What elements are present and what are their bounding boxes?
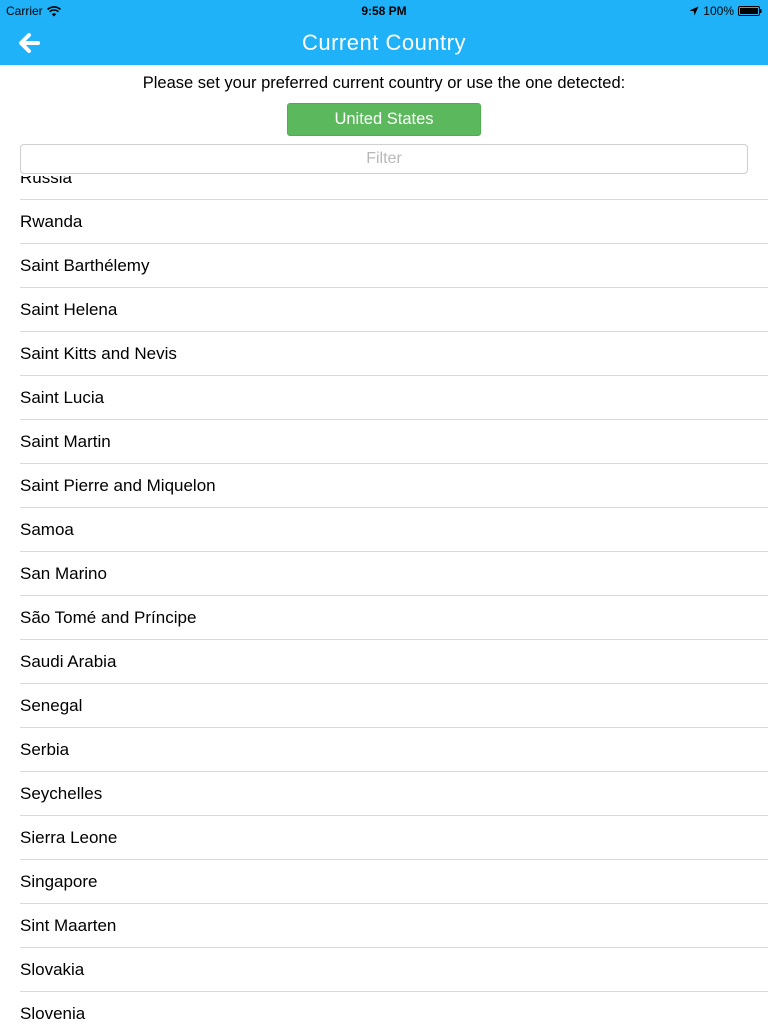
country-list-item[interactable]: Singapore [20, 860, 768, 904]
detected-country-button[interactable]: United States [287, 103, 481, 136]
country-list: Russia Rwanda Saint Barthélemy Saint Helena… [20, 176, 768, 1024]
page-title: Current Country [301, 30, 466, 55]
country-list-item[interactable]: Rwanda [20, 200, 768, 244]
filter-input[interactable] [20, 144, 748, 174]
country-list-item[interactable]: Samoa [20, 508, 768, 552]
country-list-item[interactable]: Saint Kitts and Nevis [20, 332, 768, 376]
country-list-item[interactable]: Slovenia [20, 992, 768, 1024]
battery-icon [738, 6, 762, 16]
country-list-item[interactable]: Saudi Arabia [20, 640, 768, 684]
country-list-item[interactable]: Sint Maarten [20, 904, 768, 948]
status-right: 100% [689, 4, 762, 18]
country-list-item[interactable]: Senegal [20, 684, 768, 728]
status-bar: Carrier 9:58 PM 100% [0, 0, 768, 20]
header: Carrier 9:58 PM 100% Current Country [0, 0, 768, 65]
navigation-bar: Current Country [0, 20, 768, 65]
country-list-item[interactable]: Sierra Leone [20, 816, 768, 860]
country-list-item[interactable]: Saint Barthélemy [20, 244, 768, 288]
country-list-viewport[interactable]: Russia Rwanda Saint Barthélemy Saint Helena… [0, 176, 768, 1024]
app-screen: Carrier 9:58 PM 100% Current Country Ple… [0, 0, 768, 1024]
country-list-item[interactable]: Slovakia [20, 948, 768, 992]
country-list-item[interactable]: Saint Pierre and Miquelon [20, 464, 768, 508]
country-list-item[interactable]: Seychelles [20, 772, 768, 816]
country-list-item[interactable]: São Tomé and Príncipe [20, 596, 768, 640]
status-time: 9:58 PM [361, 4, 407, 18]
country-list-item[interactable]: Russia [20, 176, 768, 200]
country-list-item[interactable]: Serbia [20, 728, 768, 772]
country-list-item[interactable]: Saint Helena [20, 288, 768, 332]
country-list-item[interactable]: Saint Lucia [20, 376, 768, 420]
country-list-item[interactable]: San Marino [20, 552, 768, 596]
instruction-text: Please set your preferred current countr… [142, 74, 626, 92]
battery-percentage: 100% [703, 4, 734, 18]
location-arrow-icon [689, 6, 699, 16]
country-list-item[interactable]: Saint Martin [20, 420, 768, 464]
